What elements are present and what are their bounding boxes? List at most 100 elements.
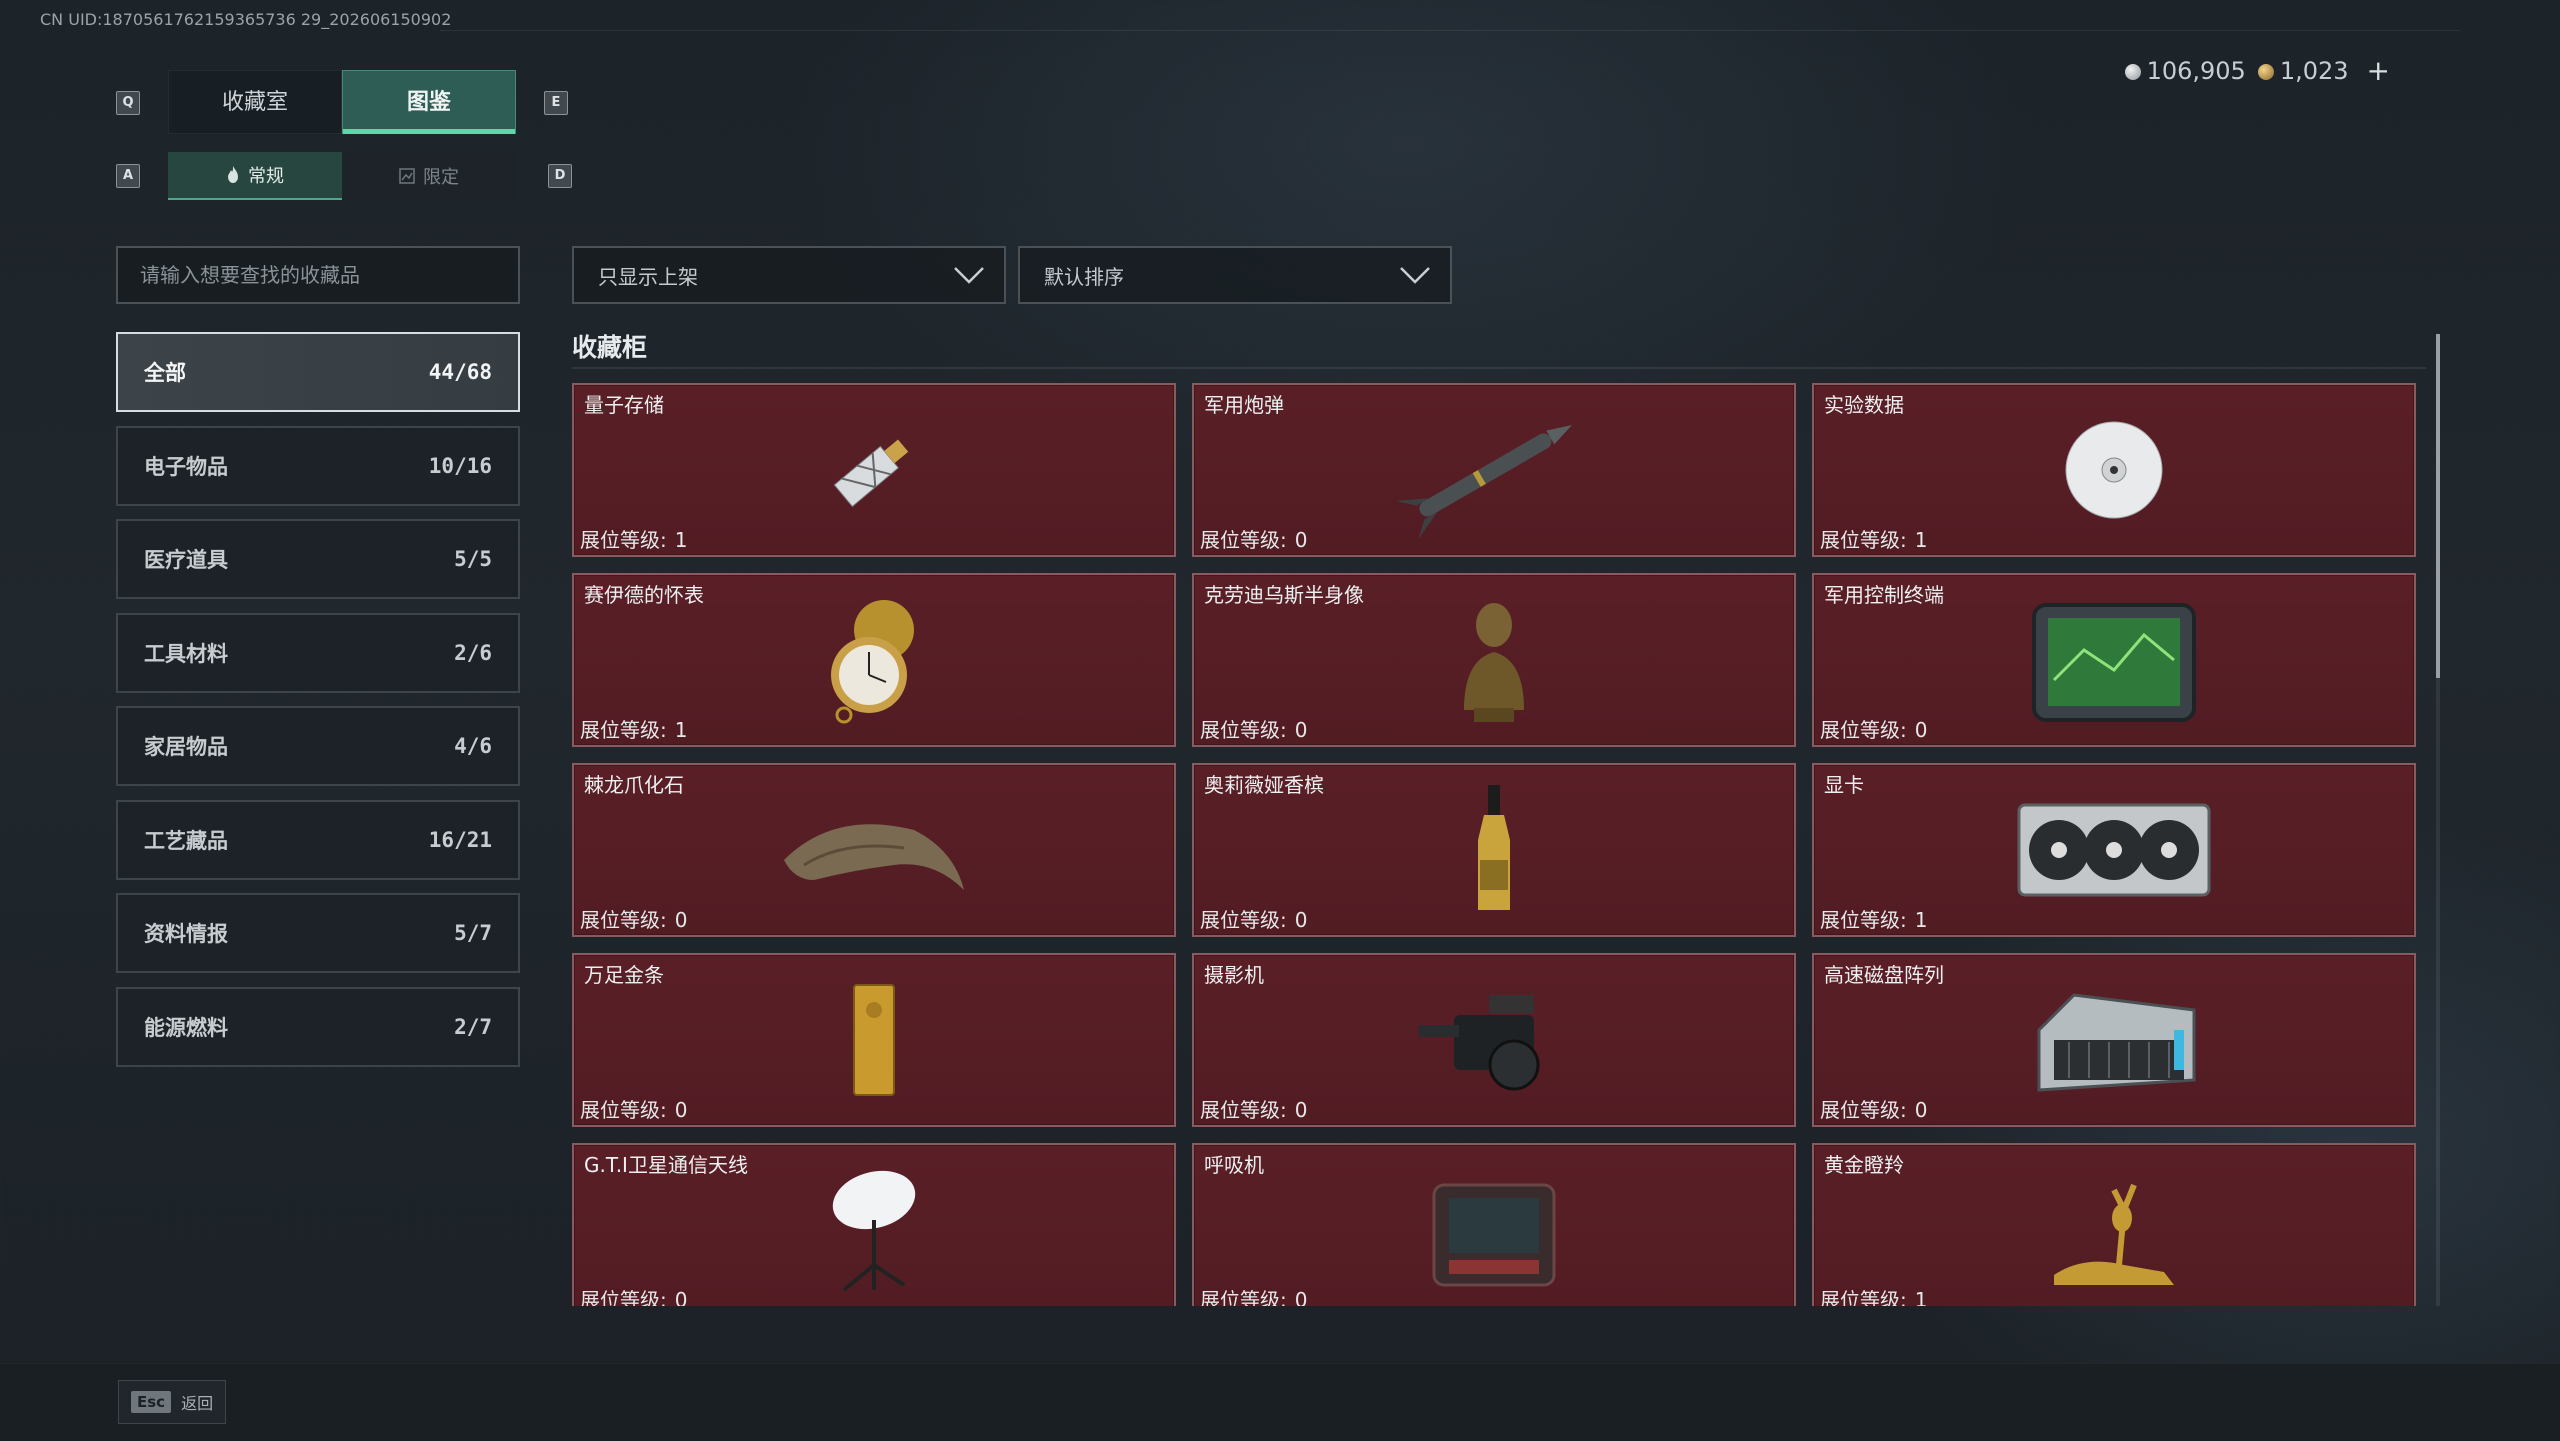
subtab-limited[interactable]: 限定 <box>342 152 516 200</box>
item-name: 呼吸机 <box>1204 1153 1264 1177</box>
item-name: 万足金条 <box>584 963 664 987</box>
collection-card[interactable]: 棘龙爪化石 展位等级: 0 <box>572 763 1176 937</box>
booth-level: 展位等级: 1 <box>1820 904 1927 933</box>
item-name: G.T.I卫星通信天线 <box>584 1153 748 1177</box>
gold-gazelle-icon <box>2054 1183 2174 1285</box>
subtab-regular[interactable]: 常规 <box>168 152 342 200</box>
booth-level-label: 展位等级: <box>1200 1288 1287 1306</box>
item-name: 实验数据 <box>1824 393 1904 417</box>
bust-icon <box>1464 603 1524 722</box>
booth-level: 展位等级: 0 <box>1200 1284 1307 1306</box>
usb-drive-icon <box>833 439 909 508</box>
collection-card[interactable]: 万足金条展位等级: 0 <box>572 953 1176 1127</box>
sort-dropdown[interactable]: 默认排序 <box>1018 246 1452 304</box>
item-name: 赛伊德的怀表 <box>584 583 704 607</box>
ventilator-icon <box>1432 1183 1556 1287</box>
sub-tabs: 常规 限定 <box>168 152 516 200</box>
booth-level-value: 0 <box>674 1288 688 1306</box>
category-count: 16/21 <box>428 827 492 852</box>
category-count: 10/16 <box>428 453 492 478</box>
collection-grid: 量子存储 展位等级: 1 军用炮弹 展位等级: 0 实验数据 展位等级: 1 赛伊德的怀表 展位等级… <box>572 383 2424 1306</box>
missile-icon <box>1396 425 1572 540</box>
category-count: 44/68 <box>428 360 492 384</box>
collection-card[interactable]: 军用控制终端展位等级: 0 <box>1812 573 2416 747</box>
shelf-filter-dropdown[interactable]: 只显示上架 <box>572 246 1006 304</box>
category-label: 电子物品 <box>144 454 228 479</box>
item-name: 军用控制终端 <box>1824 583 1944 607</box>
booth-level: 展位等级: 0 <box>1200 524 1307 553</box>
collection-card[interactable]: 呼吸机展位等级: 0 <box>1192 1143 1796 1306</box>
booth-level-label: 展位等级: <box>1820 908 1907 932</box>
booth-level: 展位等级: 0 <box>580 904 687 933</box>
tablet-terminal-icon <box>2032 603 2196 722</box>
item-name: 高速磁盘阵列 <box>1824 963 1944 987</box>
add-currency-button[interactable]: + <box>2367 54 2390 87</box>
category-label: 工具材料 <box>144 641 228 666</box>
collection-card[interactable]: 赛伊德的怀表展位等级: 1 <box>572 573 1176 747</box>
category-intel[interactable]: 资料情报 5/7 <box>116 893 520 973</box>
collection-card[interactable]: 军用炮弹 展位等级: 0 <box>1192 383 1796 557</box>
disc-icon <box>2065 421 2163 519</box>
category-count: 4/6 <box>454 734 492 758</box>
gold-coin-icon <box>2257 63 2274 80</box>
booth-level-label: 展位等级: <box>580 1098 667 1122</box>
collection-card[interactable]: 黄金瞪羚 展位等级: 1 <box>1812 1143 2416 1306</box>
esc-key-icon: Esc <box>131 1391 172 1413</box>
booth-level-value: 1 <box>1914 528 1928 552</box>
scrollbar[interactable] <box>2436 334 2440 1306</box>
booth-level: 展位等级: 0 <box>580 1094 687 1123</box>
section-title: 收藏柜 <box>572 333 648 362</box>
item-name: 摄影机 <box>1204 963 1264 987</box>
category-list: 全部 44/68 电子物品 10/16 医疗道具 5/5 工具材料 2/6 家居物品 4/… <box>116 332 520 1080</box>
shelf-filter-label: 只显示上架 <box>598 264 698 289</box>
booth-level-value: 1 <box>674 718 688 742</box>
key-hint-q: Q <box>116 91 140 115</box>
scrollbar-thumb[interactable] <box>2436 334 2440 678</box>
search-input[interactable] <box>116 246 520 304</box>
booth-level-label: 展位等级: <box>1200 908 1287 932</box>
category-household[interactable]: 家居物品 4/6 <box>116 706 520 786</box>
booth-level: 展位等级: 0 <box>1820 714 1927 743</box>
category-medical[interactable]: 医疗道具 5/5 <box>116 519 520 599</box>
collection-card[interactable]: 克劳迪乌斯半身像 展位等级: 0 <box>1192 573 1796 747</box>
gold-currency: 1,023 <box>2257 57 2349 85</box>
booth-level: 展位等级: 0 <box>1820 1094 1927 1123</box>
booth-level-label: 展位等级: <box>1820 528 1907 552</box>
booth-level-value: 1 <box>674 528 688 552</box>
booth-level: 展位等级: 0 <box>1200 714 1307 743</box>
booth-level-value: 0 <box>1294 1288 1308 1306</box>
collection-card[interactable]: 奥莉薇娅香槟 展位等级: 0 <box>1192 763 1796 937</box>
category-crafts[interactable]: 工艺藏品 16/21 <box>116 799 520 880</box>
limited-icon <box>399 168 415 184</box>
booth-level-value: 1 <box>1914 1288 1928 1306</box>
category-all[interactable]: 全部 44/68 <box>116 332 520 412</box>
top-divider <box>440 30 2460 31</box>
silver-amount: 106,905 <box>2146 56 2246 85</box>
pocket-watch-icon <box>831 600 914 724</box>
booth-level: 展位等级: 0 <box>580 1284 687 1306</box>
back-button[interactable]: Esc 返回 <box>118 1380 227 1424</box>
category-label: 工艺藏品 <box>144 828 228 853</box>
camera-icon <box>1419 995 1540 1091</box>
booth-level-value: 0 <box>1294 1098 1308 1122</box>
collection-card[interactable]: 实验数据展位等级: 1 <box>1812 383 2416 557</box>
collection-card[interactable]: 量子存储 展位等级: 1 <box>572 383 1176 557</box>
claw-fossil-icon <box>784 824 964 890</box>
category-energy[interactable]: 能源燃料 2/7 <box>116 986 520 1067</box>
category-count: 5/7 <box>454 921 492 945</box>
category-electronics[interactable]: 电子物品 10/16 <box>116 425 520 506</box>
sort-label: 默认排序 <box>1044 264 1124 289</box>
tab-codex[interactable]: 图鉴 <box>342 70 516 134</box>
category-count: 5/5 <box>454 547 492 571</box>
collection-card[interactable]: 高速磁盘阵列展位等级: 0 <box>1812 953 2416 1127</box>
graphics-card-icon <box>2017 803 2211 897</box>
category-tools[interactable]: 工具材料 2/6 <box>116 612 520 693</box>
collection-card[interactable]: G.T.I卫星通信天线展位等级: 0 <box>572 1143 1176 1306</box>
item-name: 显卡 <box>1824 773 1864 797</box>
booth-level-label: 展位等级: <box>580 718 667 742</box>
tab-collection-room[interactable]: 收藏室 <box>168 70 342 134</box>
collection-card[interactable]: 摄影机 展位等级: 0 <box>1192 953 1796 1127</box>
back-label: 返回 <box>181 1394 214 1413</box>
collection-card[interactable]: 显卡展位等级: 1 <box>1812 763 2416 937</box>
booth-level-value: 0 <box>1294 718 1308 742</box>
